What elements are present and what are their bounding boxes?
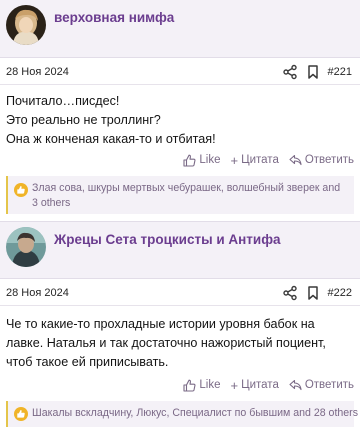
avatar[interactable]: [6, 227, 46, 267]
share-icon[interactable]: [282, 285, 298, 301]
reply-label: Ответить: [304, 379, 354, 391]
reply-label: Ответить: [304, 154, 354, 166]
bookmark-icon[interactable]: [306, 64, 320, 80]
post-body-line: Она ж конченая какая-то и отбитая!: [6, 132, 216, 146]
thumbs-up-icon: [183, 154, 196, 167]
post-date[interactable]: 28 Ноя 2024: [6, 287, 69, 299]
reply-button[interactable]: Ответить: [289, 377, 354, 393]
post-actions: Like + Цитата Ответить: [183, 152, 354, 168]
reply-arrow-icon: [289, 379, 302, 391]
bookmark-icon[interactable]: [306, 285, 320, 301]
like-button[interactable]: Like: [183, 152, 221, 168]
reactions-bar[interactable]: Шакалы вскладчину, Люкус, Специалист по …: [6, 401, 358, 427]
post-body: Че то какие-то прохладные истории уровня…: [6, 315, 352, 372]
reply-arrow-icon: [289, 154, 302, 166]
author-name[interactable]: Жрецы Сета троцкисты и Антифа: [54, 232, 281, 247]
author-name[interactable]: верховная нимфа: [54, 10, 174, 25]
quote-label: Цитата: [241, 154, 279, 166]
share-icon[interactable]: [282, 64, 298, 80]
post-221: верховная нимфа 28 Ноя 2024 #221 Почитал…: [0, 0, 360, 221]
post-actions: Like + Цитата Ответить: [183, 377, 354, 393]
like-label: Like: [199, 379, 221, 391]
post-meta: 28 Ноя 2024 #221: [0, 58, 360, 85]
thumbs-up-reaction-icon: [14, 407, 28, 421]
post-date[interactable]: 28 Ноя 2024: [6, 66, 69, 78]
reactions-bar[interactable]: Злая сова, шкуры мертвых чебурашек, волш…: [6, 176, 354, 214]
quote-button[interactable]: + Цитата: [231, 152, 279, 168]
quote-label: Цитата: [241, 379, 279, 391]
post-number[interactable]: #222: [328, 287, 352, 299]
post-body-line: Че то какие-то прохладные истории уровня…: [6, 317, 315, 331]
post-body-line: лавке. Наталья и так достаточно нажорист…: [6, 336, 326, 350]
thumbs-up-reaction-icon: [14, 183, 28, 197]
plus-icon: +: [230, 377, 239, 393]
post-body-line: Это реально не троллинг?: [6, 113, 161, 127]
author-bar: Жрецы Сета троцкисты и Антифа: [0, 221, 360, 279]
post-body: Почитало…писдес! Это реально не троллинг…: [6, 92, 352, 149]
quote-button[interactable]: + Цитата: [231, 377, 279, 393]
like-button[interactable]: Like: [183, 377, 221, 393]
avatar[interactable]: [6, 5, 46, 45]
like-label: Like: [199, 154, 221, 166]
plus-icon: +: [230, 152, 239, 168]
post-body-line: чтоб такое ей приписывать.: [6, 355, 169, 369]
reply-button[interactable]: Ответить: [289, 152, 354, 168]
thumbs-up-icon: [183, 379, 196, 392]
reactions-text[interactable]: Шакалы вскладчину, Люкус, Специалист по …: [32, 406, 358, 421]
reactions-text[interactable]: Злая сова, шкуры мертвых чебурашек, волш…: [32, 181, 348, 211]
post-body-line: Почитало…писдес!: [6, 94, 120, 108]
post-number[interactable]: #221: [328, 66, 352, 78]
post-222: Жрецы Сета троцкисты и Антифа 28 Ноя 202…: [0, 221, 360, 434]
author-bar: верховная нимфа: [0, 0, 360, 58]
post-meta: 28 Ноя 2024 #222: [0, 279, 360, 306]
